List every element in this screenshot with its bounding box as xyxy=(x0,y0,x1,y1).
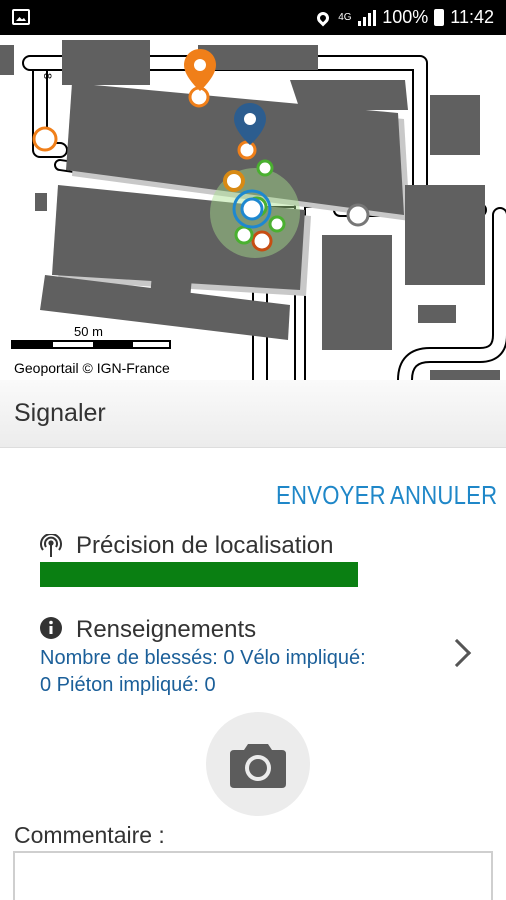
camera-icon xyxy=(230,744,286,788)
status-bar: 4G 100% 11:42 xyxy=(0,0,506,35)
scale-label: 50 m xyxy=(74,324,103,339)
orange-report-pin-icon[interactable] xyxy=(182,47,218,93)
street-number-label: 8 xyxy=(41,73,53,79)
location-icon xyxy=(314,9,332,26)
status-bar-right: 4G 100% 11:42 xyxy=(314,0,494,35)
details-summary-line2[interactable]: 0 Piéton impliqué: 0 xyxy=(40,674,216,697)
details-label: Renseignements xyxy=(76,616,257,643)
map-view[interactable]: 8 50 m Geoportail © IGN-France xyxy=(0,35,506,380)
comment-input[interactable] xyxy=(13,851,493,900)
scale-bar xyxy=(11,340,171,349)
comment-label: Commentaire : xyxy=(14,822,165,848)
send-button[interactable]: ENVOYER xyxy=(276,480,386,511)
precision-level-bar xyxy=(40,562,358,587)
info-icon xyxy=(40,617,62,639)
camera-button[interactable] xyxy=(206,712,310,816)
battery-icon xyxy=(434,9,445,26)
signal-tower-icon xyxy=(40,534,62,557)
clock: 11:42 xyxy=(450,7,494,27)
signaler-header: Signaler xyxy=(0,380,506,448)
gallery-notification-icon xyxy=(12,9,30,25)
cancel-button[interactable]: ANNULER xyxy=(390,480,497,511)
page-title: Signaler xyxy=(14,399,106,427)
precision-label: Précision de localisation xyxy=(76,532,334,559)
battery-percent: 100% xyxy=(382,7,429,27)
signal-icon xyxy=(358,9,377,26)
data-indicator-icon: 4G xyxy=(338,11,352,23)
details-summary-line1[interactable]: Nombre de blessés: 0 Vélo impliqué: xyxy=(40,647,366,670)
chevron-right-icon[interactable] xyxy=(442,638,472,668)
blue-location-pin-icon[interactable] xyxy=(232,101,268,147)
map-attribution: Geoportail © IGN-France xyxy=(12,360,172,376)
